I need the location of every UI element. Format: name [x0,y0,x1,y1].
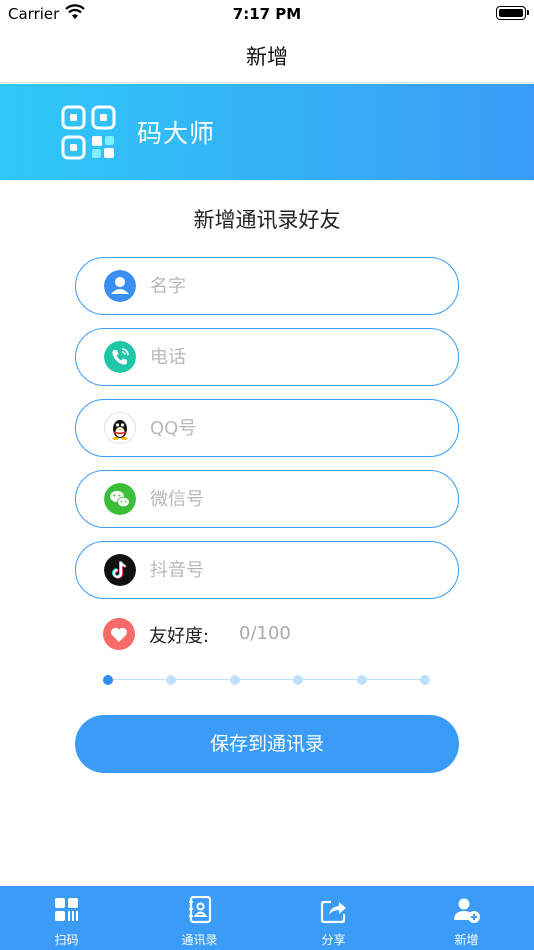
slider-step-dot[interactable] [166,675,176,685]
tiktok-field[interactable] [75,541,459,599]
clock: 7:17 PM [232,5,302,23]
tab-share[interactable]: 分享 [267,886,400,950]
tab-scan[interactable]: 扫码 [0,886,133,950]
contacts-book-icon [188,896,211,924]
scan-icon [54,898,78,921]
qq-icon [104,412,136,444]
tab-add[interactable]: 新增 [400,886,533,950]
wechat-icon [104,483,136,515]
battery-icon [496,6,529,20]
tab-bar: 扫码 通讯录 分享 新增 [0,886,534,950]
phone-input[interactable] [150,342,440,372]
tiktok-input[interactable] [150,555,440,585]
wechat-field[interactable] [75,470,459,528]
tab-contacts-label: 通讯录 [181,933,218,947]
brand-banner: 码大师 [0,84,534,180]
heart-icon [103,618,135,650]
page-title: 新增 [246,45,288,69]
slider-track [107,679,427,680]
form-title: 新增通讯录好友 [193,208,341,232]
tab-contacts[interactable]: 通讯录 [133,886,266,950]
slider-step-dot[interactable] [420,675,430,685]
qr-code-logo-icon [61,105,116,160]
friendship-label: 友好度: [149,626,210,647]
phone-icon [104,341,136,373]
navigation-bar: 新增 [0,28,534,83]
friendship-row: 友好度: 0/100 [103,617,403,651]
save-to-contacts-button[interactable]: 保存到通讯录 [75,715,459,773]
phone-field[interactable] [75,328,459,386]
slider-step-dot[interactable] [357,675,367,685]
tiktok-icon [104,554,136,586]
friendship-value: 0/100 [239,623,291,644]
name-field[interactable] [75,257,459,315]
qq-input[interactable] [150,413,440,443]
status-bar: Carrier 7:17 PM [0,0,534,28]
wechat-input[interactable] [150,484,440,514]
slider-step-dot[interactable] [103,675,113,685]
qq-field[interactable] [75,399,459,457]
brand-name: 码大师 [137,119,216,148]
tab-share-label: 分享 [321,933,346,947]
friendship-slider[interactable] [103,672,431,688]
user-icon [104,270,136,302]
tab-add-label: 新增 [454,933,479,947]
add-user-icon [453,898,480,923]
share-icon [320,900,346,924]
slider-step-dot[interactable] [293,675,303,685]
tab-scan-label: 扫码 [54,933,79,947]
slider-step-dot[interactable] [230,675,240,685]
name-input[interactable] [150,271,440,301]
